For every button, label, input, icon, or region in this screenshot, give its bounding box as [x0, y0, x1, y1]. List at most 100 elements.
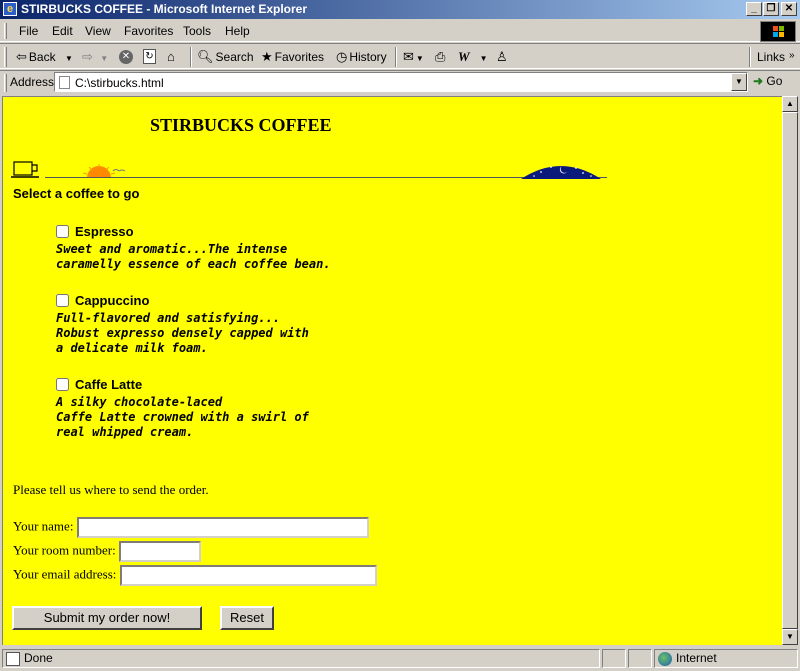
scroll-up-icon[interactable]: ▲ [782, 96, 798, 112]
refresh-icon: ↻ [143, 49, 156, 64]
back-dropdown-icon[interactable]: ▼ [65, 54, 73, 63]
search-icon: 🔍︎ [197, 49, 214, 64]
room-number-input[interactable] [118, 541, 201, 562]
night-sky-icon [521, 166, 601, 179]
reset-button[interactable]: Reset [220, 606, 274, 630]
toolbar-grip[interactable] [4, 47, 7, 67]
name-label: Your name: [13, 518, 74, 534]
search-label: Search [215, 50, 254, 64]
menu-file[interactable]: File [19, 24, 38, 38]
page-title: STIRBUCKS COFFEE [150, 115, 332, 135]
select-coffee-prompt: Select a coffee to go [13, 186, 140, 201]
address-bar: Address C:\stirbucks.html ▼ ➜ Go [0, 70, 800, 94]
history-label: History [349, 50, 387, 64]
toolbar-separator [749, 47, 751, 67]
coffee-option-espresso: Espresso Sweet and aromatic...The intens… [56, 224, 331, 272]
name-input[interactable] [76, 517, 369, 538]
mail-dropdown-icon[interactable]: ▼ [416, 54, 424, 63]
coffee-name: Cappuccino [75, 293, 150, 308]
globe-icon [658, 651, 672, 666]
menu-grip[interactable] [4, 23, 7, 39]
menu-favorites[interactable]: Favorites [124, 24, 173, 38]
page-done-icon [6, 651, 20, 666]
links-button[interactable]: Links [757, 48, 785, 66]
page-icon [59, 76, 70, 89]
address-input[interactable]: C:\stirbucks.html ▼ [54, 72, 748, 92]
status-text: Done [24, 651, 53, 665]
printer-icon: ⎙ [435, 49, 446, 64]
menu-tools[interactable]: Tools [183, 24, 211, 38]
stop-icon: ✕ [119, 50, 133, 64]
forward-dropdown-icon[interactable]: ▼ [100, 54, 108, 63]
go-arrow-icon: ➜ [753, 74, 764, 88]
room-row: Your room number: [13, 541, 201, 562]
title-bar[interactable]: e STIRBUCKS COFFEE - Microsoft Internet … [0, 0, 800, 19]
status-bar: Done Internet [0, 647, 800, 671]
status-security-cell [628, 649, 652, 668]
coffee-option-caffe-latte: Caffe Latte A silky chocolate-laced Caff… [56, 377, 309, 440]
cappuccino-checkbox[interactable] [56, 294, 69, 307]
home-button[interactable]: ⌂ [167, 48, 177, 66]
edit-button[interactable]: W ▼ [458, 48, 487, 66]
back-button[interactable]: ⇦ Back ▼ [16, 48, 73, 66]
submit-order-button[interactable]: Submit my order now! [12, 606, 202, 630]
history-clock-icon: ◷ [336, 49, 348, 64]
favorites-button[interactable]: ★ Favorites [261, 48, 324, 66]
links-chevron-icon[interactable]: » [789, 50, 795, 61]
status-text-cell: Done [2, 649, 600, 668]
home-icon: ⌂ [167, 49, 175, 64]
menu-help[interactable]: Help [225, 24, 250, 38]
email-row: Your email address: [13, 565, 377, 586]
mail-button[interactable]: ✉ ▼ [403, 48, 424, 66]
page-viewport: STIRBUCKS COFFEE Select a coffee to go E… [2, 96, 782, 645]
address-label: Address [10, 75, 55, 89]
name-row: Your name: [13, 517, 369, 538]
favorites-folder-icon: ★ [261, 49, 273, 64]
mail-icon: ✉ [403, 49, 414, 64]
email-label: Your email address: [13, 566, 117, 582]
send-order-text: Please tell us where to send the order. [13, 482, 209, 497]
stop-button[interactable]: ✕ [119, 48, 135, 66]
close-button[interactable]: ✕ [781, 2, 797, 16]
status-progress-cell [602, 649, 626, 668]
menu-edit[interactable]: Edit [52, 24, 73, 38]
toolbar-separator [190, 47, 192, 67]
address-grip[interactable] [4, 74, 7, 92]
menu-bar: File Edit View Favorites Tools Help [0, 20, 800, 42]
windows-flag-icon [773, 26, 785, 38]
back-arrow-icon: ⇦ [16, 49, 27, 64]
address-url[interactable]: C:\stirbucks.html [75, 76, 164, 90]
go-button[interactable]: ➜ Go [753, 74, 782, 88]
forward-button[interactable]: ⇨ ▼ [82, 48, 108, 66]
room-number-label: Your room number: [13, 542, 116, 558]
caffe-latte-checkbox[interactable] [56, 378, 69, 391]
address-dropdown-icon[interactable]: ▼ [731, 73, 747, 91]
vertical-scrollbar[interactable]: ▲ ▼ [782, 96, 798, 645]
menu-view[interactable]: View [85, 24, 111, 38]
history-button[interactable]: ◷ History [336, 48, 387, 66]
coffee-description: Full-flavored and satisfying... Robust e… [56, 311, 309, 355]
espresso-checkbox[interactable] [56, 225, 69, 238]
print-button[interactable]: ⎙ [435, 48, 447, 66]
coffee-description: A silky chocolate-laced Caffe Latte crow… [56, 395, 309, 439]
edit-dropdown-icon[interactable]: ▼ [480, 54, 488, 63]
restore-button[interactable]: ❐ [763, 2, 779, 16]
back-label: Back [28, 50, 56, 64]
zone-text: Internet [676, 651, 717, 665]
scroll-down-icon[interactable]: ▼ [782, 629, 798, 645]
window-title: STIRBUCKS COFFEE - Microsoft Internet Ex… [21, 2, 308, 16]
toolbar-separator [395, 47, 397, 67]
search-button[interactable]: 🔍︎ Search [197, 48, 254, 66]
status-zone-cell: Internet [654, 649, 798, 668]
minimize-button[interactable]: _ [746, 2, 762, 16]
refresh-button[interactable]: ↻ [143, 48, 158, 66]
windows-logo-throbber [760, 21, 796, 42]
standard-toolbar: ⇦ Back ▼ ⇨ ▼ ✕ ↻ ⌂ 🔍︎ Search ★ Favorites ◷ H… [0, 43, 800, 69]
scroll-thumb[interactable] [782, 112, 798, 629]
email-input[interactable] [119, 565, 377, 586]
forward-arrow-icon: ⇨ [82, 49, 93, 64]
favorites-label: Favorites [274, 50, 325, 64]
coffee-description: Sweet and aromatic...The intense caramel… [56, 242, 331, 271]
messenger-button[interactable]: ♙ [496, 48, 510, 66]
go-label: Go [766, 74, 783, 88]
